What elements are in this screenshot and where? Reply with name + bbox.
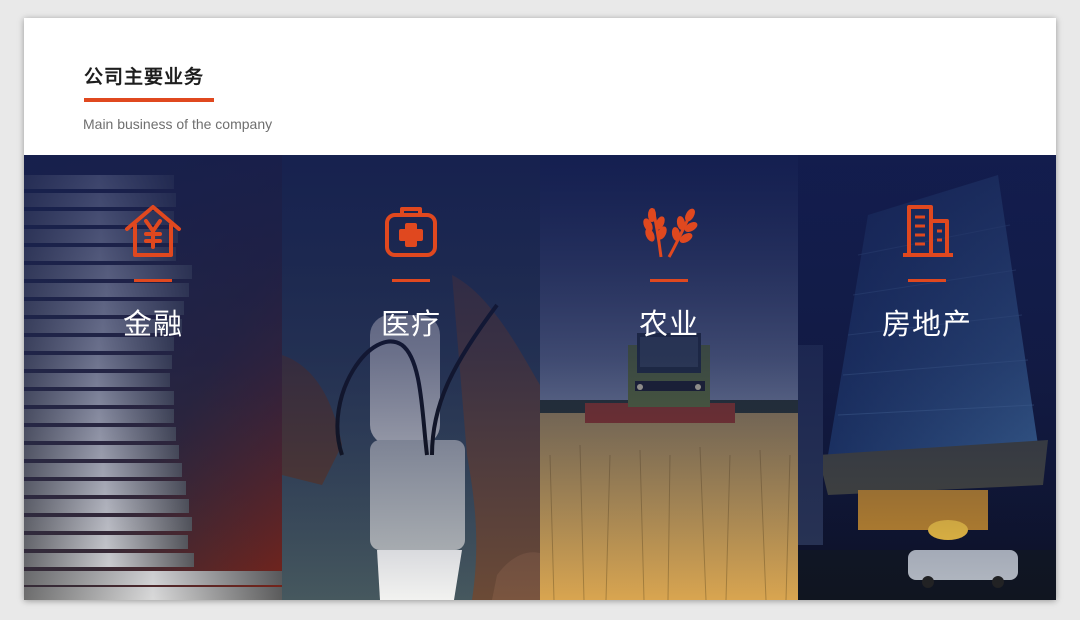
panel-label: 农业 <box>638 309 699 341</box>
title-underline <box>84 98 214 102</box>
house-yen-icon <box>123 201 183 261</box>
panel-divider <box>392 279 430 282</box>
panel-divider <box>908 279 946 282</box>
panel-label: 医疗 <box>380 309 441 341</box>
panel-divider <box>134 279 172 282</box>
wheat-icon <box>639 201 699 261</box>
medical-kit-icon <box>381 201 441 261</box>
page-title: 公司主要业务 <box>84 67 205 88</box>
page-subtitle: Main business of the company <box>83 116 273 132</box>
panel-agriculture[interactable]: 农业 <box>540 155 798 600</box>
panel-divider <box>650 279 688 282</box>
building-icon <box>897 201 957 261</box>
panel-medical[interactable]: 医疗 <box>282 155 540 600</box>
panel-label: 房地产 <box>881 309 972 341</box>
panel-finance[interactable]: 金融 <box>24 155 282 600</box>
panel-real-estate[interactable]: 房地产 <box>798 155 1056 600</box>
panel-label: 金融 <box>122 309 183 341</box>
header: 公司主要业务 Main business of the company <box>24 18 1056 155</box>
business-panels: 金融 医疗 农业 房地产 <box>24 155 1056 600</box>
slide: 公司主要业务 Main business of the company 金融 医… <box>24 18 1056 600</box>
